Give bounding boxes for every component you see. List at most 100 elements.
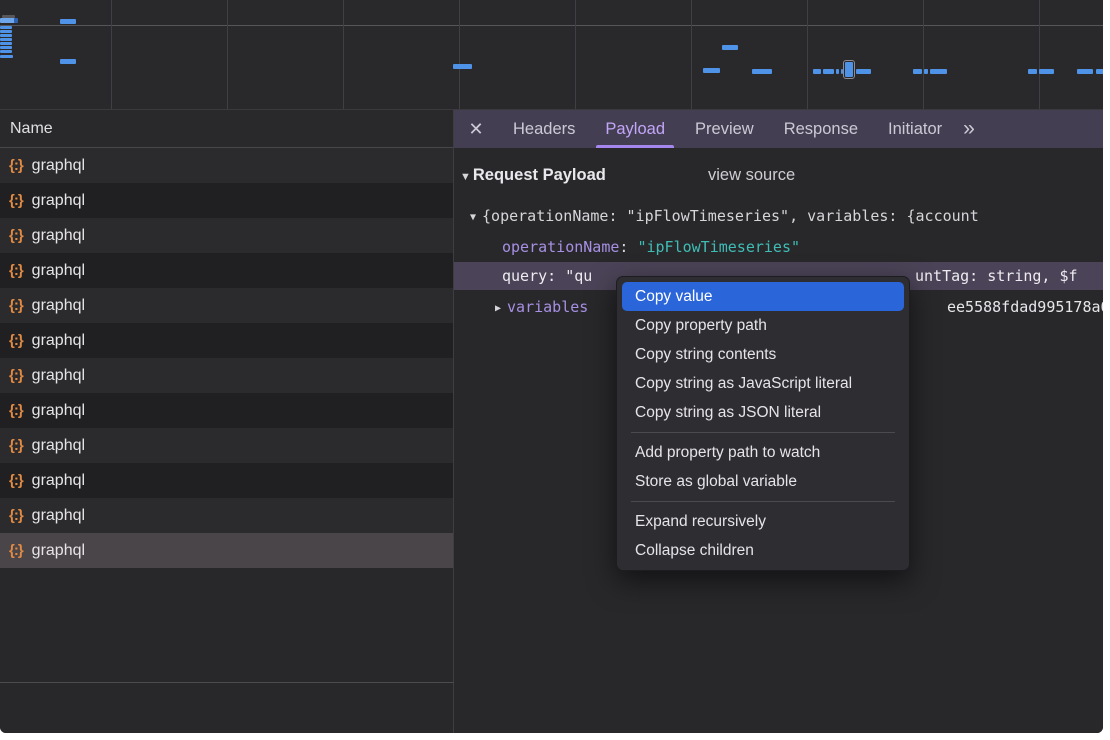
request-list: Name {:} graphql {:} graphql {:} graphql {:… [0,110,453,733]
overview-gridline [575,0,576,109]
tree-line-root[interactable]: ▼ {operationName: "ipFlowTimeseries", var… [470,205,979,229]
network-overview[interactable] [0,0,1103,110]
network-overview-bar[interactable] [1039,69,1054,74]
menu-item-store-as-global-variable[interactable]: Store as global variable [622,467,904,496]
network-overview-bar[interactable] [453,64,472,69]
tree-line-variables[interactable]: ▶variables ee5588fdad995178a0 [495,296,588,320]
table-row[interactable]: {:} graphql [0,253,453,288]
network-overview-bar[interactable] [0,26,12,29]
menu-item-copy-string-js-literal[interactable]: Copy string as JavaScript literal [622,369,904,398]
network-overview-bar[interactable] [60,59,76,64]
network-overview-bar[interactable] [924,69,928,74]
network-overview-bar[interactable] [1028,69,1037,74]
json-braces-icon: {:} [9,262,23,279]
request-name: graphql [32,297,85,315]
network-overview-bar[interactable] [813,69,821,74]
json-braces-icon: {:} [9,437,23,454]
network-overview-bar[interactable] [0,38,12,41]
network-overview-bar[interactable] [60,19,76,24]
key-separator: : [619,238,637,256]
property-key: variables [507,298,588,316]
menu-item-copy-value[interactable]: Copy value [622,282,904,311]
menu-item-copy-string-contents[interactable]: Copy string contents [622,340,904,369]
network-overview-bar[interactable] [913,69,922,74]
network-overview-bar[interactable] [722,45,738,50]
overview-gridline [691,0,692,109]
menu-separator [631,501,895,502]
network-overview-bar[interactable] [0,50,12,53]
request-name: graphql [32,402,85,420]
network-overview-bar[interactable] [836,69,839,74]
devtools-window: Name {:} graphql {:} graphql {:} graphql {:… [0,0,1103,733]
network-overview-bar[interactable] [930,69,947,74]
network-overview-bar[interactable] [856,69,871,74]
network-overview-bar[interactable] [703,68,720,73]
table-row[interactable]: {:} graphql [0,498,453,533]
menu-separator [631,432,895,433]
menu-item-collapse-children[interactable]: Collapse children [622,536,904,565]
network-overview-bar[interactable] [841,69,843,74]
overview-gridline [459,0,460,109]
menu-item-copy-property-path[interactable]: Copy property path [622,311,904,340]
table-row[interactable]: {:} graphql [0,428,453,463]
request-name: graphql [32,332,85,350]
overview-gridline [807,0,808,109]
json-braces-icon: {:} [9,472,23,489]
request-name: graphql [32,367,85,385]
request-name: graphql [32,262,85,280]
json-braces-icon: {:} [9,332,23,349]
table-row[interactable]: {:}graphql [0,358,453,393]
network-overview-bar[interactable] [0,42,12,45]
chevron-down-icon[interactable]: ▼ [470,212,476,223]
json-braces-icon: {:} [9,507,23,524]
menu-item-expand-recursively[interactable]: Expand recursively [622,507,904,536]
json-braces-icon: {:} [9,542,23,559]
table-row[interactable]: {:} graphql [0,393,453,428]
request-name: graphql [32,542,85,560]
request-name: graphql [32,437,85,455]
request-name: graphql [32,472,85,490]
object-preview: {operationName: "ipFlowTimeseries", vari… [482,207,979,225]
json-braces-icon: {:} [9,157,23,174]
network-overview-bar[interactable] [0,46,12,49]
network-overview-bar[interactable] [0,30,12,33]
table-row[interactable]: {:} graphql [0,323,453,358]
json-braces-icon: {:} [9,402,23,419]
overview-gridline [923,0,924,109]
query-left-fragment: query: "qu [502,265,592,287]
network-overview-bar[interactable] [0,18,15,23]
chevron-right-icon[interactable]: ▶ [495,303,501,314]
network-overview-bar[interactable] [752,69,772,74]
network-overview-bar[interactable] [823,69,834,74]
property-string-value: "ipFlowTimeseries" [637,238,800,256]
context-menu: Copy value Copy property path Copy strin… [616,276,910,571]
overview-gridline [1039,0,1040,109]
request-rows: {:} graphql {:} graphql {:} graphql {:} grap… [0,148,453,568]
request-name: graphql [32,157,85,175]
network-overview-bar[interactable] [0,34,12,37]
network-overview-bar[interactable] [845,62,853,77]
overview-baseline [0,25,1103,26]
name-column-header[interactable]: Name [0,110,453,148]
table-row[interactable]: {:}graphql [0,183,453,218]
overview-gridline [343,0,344,109]
menu-item-add-property-path-to-watch[interactable]: Add property path to watch [622,438,904,467]
table-row[interactable]: {:}graphql [0,288,453,323]
network-overview-bar[interactable] [1096,69,1103,74]
table-row[interactable]: {:} graphql [0,463,453,498]
table-row[interactable]: {:} graphql [0,148,453,183]
query-right-fragment: untTag: string, $f [915,265,1078,287]
tree-line-operation-name[interactable]: operationName: "ipFlowTimeseries" [502,236,800,258]
network-overview-bar[interactable] [1077,69,1093,74]
overview-gridline [227,0,228,109]
table-row[interactable]: {:}graphql [0,218,453,253]
request-name: graphql [32,192,85,210]
overview-gridline [111,0,112,109]
property-key: operationName [502,238,619,256]
menu-item-copy-string-json-literal[interactable]: Copy string as JSON literal [622,398,904,427]
network-overview-bar[interactable] [14,18,18,23]
variables-right-fragment: ee5588fdad995178a0 [947,296,1103,318]
table-row-selected[interactable]: {:} graphql [0,533,453,568]
network-overview-bar[interactable] [0,55,13,58]
request-name: graphql [32,507,85,525]
